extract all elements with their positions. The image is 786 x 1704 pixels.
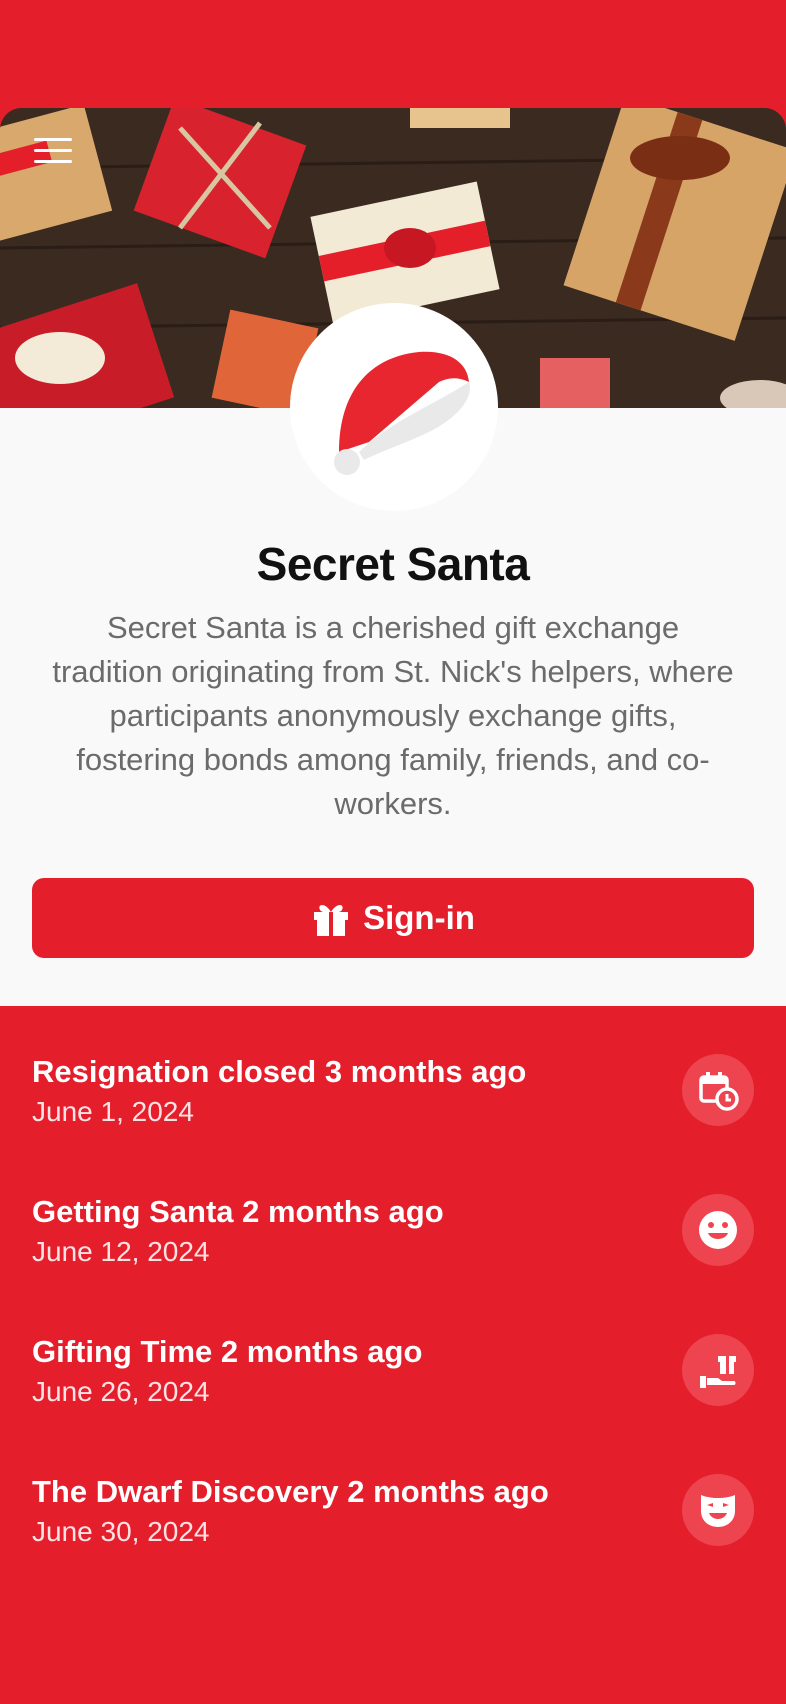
calendar-clock-icon [682,1054,754,1126]
event-date: June 26, 2024 [32,1376,210,1407]
smile-icon [682,1194,754,1266]
hand-gift-icon [682,1334,754,1406]
timeline-event[interactable]: Resignation closed 3 months ago June 1, … [32,1054,754,1154]
signin-button[interactable]: Sign-in [32,878,754,958]
event-title: Getting Santa 2 months ago [32,1194,444,1229]
page-title: Secret Santa [256,538,530,590]
event-date: June 1, 2024 [32,1096,194,1127]
gift-icon [314,905,349,936]
santa-hat-avatar [290,303,498,511]
event-title: Resignation closed 3 months ago [32,1054,527,1089]
timeline-event[interactable]: Gifting Time 2 months ago June 26, 2024 [32,1334,754,1434]
event-date: June 30, 2024 [32,1516,210,1547]
app-description: Secret Santa is a cherished gift exchang… [52,610,734,821]
timeline-event[interactable]: Getting Santa 2 months ago June 12, 2024 [32,1194,754,1294]
menu-button[interactable] [34,138,78,174]
event-date: June 12, 2024 [32,1236,210,1267]
santa-hat-icon [334,351,470,475]
timeline-event[interactable]: The Dwarf Discovery 2 months ago June 30… [32,1474,754,1574]
signin-label: Sign-in [363,899,475,936]
menu-icon [34,138,72,141]
event-title: Gifting Time 2 months ago [32,1334,423,1369]
event-title: The Dwarf Discovery 2 months ago [32,1474,549,1509]
status-area [0,0,786,108]
mask-icon [682,1474,754,1546]
